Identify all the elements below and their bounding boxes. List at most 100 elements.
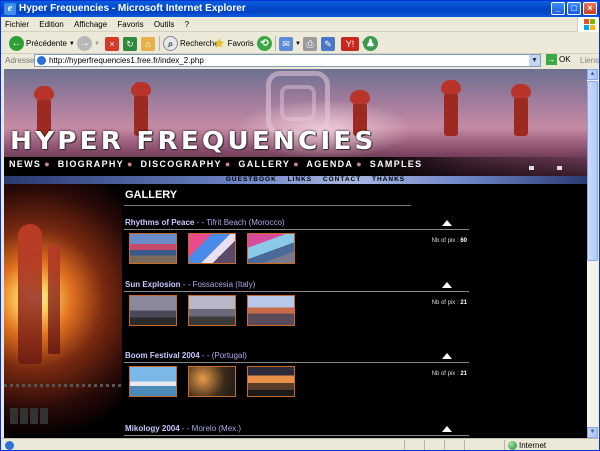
- page-content: HYPER FREQUENCIES NEWS ● BIOGRAPHY ● DISCO…: [4, 69, 587, 438]
- back-arrow-icon: ←: [9, 36, 24, 51]
- scroll-down-icon[interactable]: ▼: [587, 427, 598, 438]
- go-label: OK: [559, 55, 571, 64]
- go-button[interactable]: → OK: [546, 54, 571, 65]
- favorites-star-icon: ★: [213, 35, 226, 51]
- address-label: Adresse: [5, 56, 35, 65]
- history-icon: ⟲: [257, 36, 272, 51]
- vertical-scrollbar[interactable]: ▲ ▼: [587, 69, 598, 438]
- home-icon: ⌂: [141, 36, 155, 51]
- sunset-artwork: [4, 184, 122, 438]
- messenger-icon: ♟: [363, 36, 378, 51]
- forward-arrow-icon: →: [77, 36, 92, 51]
- print-button[interactable]: ⎙: [303, 35, 317, 52]
- gallery-title: GALLERY: [125, 189, 178, 201]
- scroll-up-icon[interactable]: ▲: [587, 69, 598, 80]
- photo-thumbnail[interactable]: [129, 366, 177, 397]
- menu-help[interactable]: ?: [181, 20, 193, 29]
- nav-discography[interactable]: DISCOGRAPHY: [141, 159, 222, 169]
- nav-news[interactable]: NEWS: [9, 159, 41, 169]
- site-title[interactable]: HYPER FREQUENCIES: [10, 126, 377, 155]
- scroll-top-icon[interactable]: [442, 220, 452, 226]
- favorites-button[interactable]: ★ Favoris: [213, 35, 254, 52]
- nav-biography[interactable]: BIOGRAPHY: [58, 159, 124, 169]
- photo-thumbnail[interactable]: [188, 295, 236, 326]
- photo-thumbnail[interactable]: [247, 295, 295, 326]
- scroll-thumb[interactable]: [587, 81, 598, 261]
- photo-count: Nb of pix : 21: [431, 300, 467, 306]
- entry-name[interactable]: Rhythms of Peace: [125, 218, 194, 227]
- photo-thumbnail[interactable]: [247, 233, 295, 264]
- back-button[interactable]: ← Précédente ▼: [9, 35, 75, 52]
- menu-affichage[interactable]: Affichage: [70, 20, 111, 29]
- yahoo-icon: Y!: [341, 36, 359, 51]
- address-input[interactable]: http://hyperfrequencies1.free.fr/index_2…: [34, 54, 541, 67]
- mail-dropdown-icon[interactable]: ▼: [295, 41, 301, 47]
- photo-thumbnail[interactable]: [188, 233, 236, 264]
- nav-samples[interactable]: SAMPLES: [370, 159, 423, 169]
- globe-icon: [508, 441, 517, 450]
- close-button[interactable]: ×: [583, 2, 597, 15]
- forward-dropdown-icon[interactable]: ▼: [94, 41, 100, 47]
- photo-count: Nb of pix : 21: [431, 371, 467, 377]
- address-url: http://hyperfrequencies1.free.fr/index_2…: [49, 56, 204, 65]
- menu-bar: Fichier Edition Affichage Favoris Outils…: [1, 17, 599, 32]
- nav-gallery[interactable]: GALLERY: [238, 159, 290, 169]
- scroll-top-icon[interactable]: [442, 426, 452, 432]
- entry-location: - - Morelo (Mex.): [179, 424, 242, 433]
- nav-guestbook[interactable]: GUESTBOOK: [222, 176, 281, 183]
- menu-favoris[interactable]: Favoris: [113, 20, 147, 29]
- back-label: Précédente: [26, 39, 67, 48]
- history-button[interactable]: ⟲: [257, 35, 272, 52]
- mail-icon: ✉: [279, 36, 293, 51]
- photo-thumbnail[interactable]: [129, 233, 177, 264]
- page-status-icon: [5, 441, 14, 450]
- refresh-button[interactable]: ↻: [123, 35, 137, 52]
- nav-thanks[interactable]: THANKS: [368, 176, 409, 183]
- back-dropdown-icon[interactable]: ▼: [69, 41, 75, 47]
- page-icon: [37, 56, 46, 65]
- search-icon: ⌕: [163, 36, 178, 51]
- edit-button[interactable]: ✎: [321, 35, 335, 52]
- ie-logo-icon: e: [4, 3, 16, 15]
- links-button[interactable]: Liens: [580, 56, 599, 65]
- entry-name[interactable]: Boom Festival 2004: [125, 351, 200, 360]
- entry-location: - - Fossacesia (Italy): [180, 280, 256, 289]
- messenger-button[interactable]: ♟: [363, 35, 378, 52]
- photo-thumbnail[interactable]: [188, 366, 236, 397]
- address-dropdown-icon[interactable]: ▼: [529, 55, 540, 66]
- nav-agenda[interactable]: AGENDA: [306, 159, 353, 169]
- main-nav: NEWS ● BIOGRAPHY ● DISCOGRAPHY ● GALLERY ● A…: [9, 159, 423, 169]
- nav-contact[interactable]: CONTACT: [319, 176, 365, 183]
- entry-location: - - (Portugal): [199, 351, 247, 360]
- print-icon: ⎙: [303, 36, 317, 51]
- toolbar: ← Précédente ▼ → ▼ × ↻ ⌂ ⌕ Rechercher ★ …: [1, 32, 599, 54]
- mail-button[interactable]: ✉ ▼: [279, 35, 301, 52]
- stop-button[interactable]: ×: [105, 35, 119, 52]
- stop-icon: ×: [105, 36, 119, 51]
- menu-fichier[interactable]: Fichier: [1, 20, 33, 29]
- photo-count: Nb of pix : 60: [431, 238, 467, 244]
- site-banner: HYPER FREQUENCIES NEWS ● BIOGRAPHY ● DISCO…: [4, 69, 587, 176]
- nav-links[interactable]: LINKS: [284, 176, 317, 183]
- forward-button[interactable]: → ▼: [77, 35, 100, 52]
- scroll-top-icon[interactable]: [442, 353, 452, 359]
- zone-label: Internet: [519, 441, 547, 450]
- menu-outils[interactable]: Outils: [150, 20, 178, 29]
- gallery-section: GALLERY Rhythms of Peace - - Tifrit Beac…: [124, 184, 469, 438]
- home-button[interactable]: ⌂: [141, 35, 155, 52]
- title-bar[interactable]: e Hyper Frequencies - Microsoft Internet…: [1, 1, 599, 17]
- maximize-button[interactable]: □: [567, 2, 581, 15]
- sub-nav: GUESTBOOK LINKS CONTACT THANKS: [4, 176, 587, 184]
- minimize-button[interactable]: _: [551, 2, 565, 15]
- entry-name[interactable]: Sun Explosion: [125, 280, 181, 289]
- status-bar: Internet: [1, 438, 599, 450]
- entry-name[interactable]: Mikology 2004: [125, 424, 180, 433]
- entry-location: - - Tifrit Beach (Morocco): [194, 218, 285, 227]
- browser-window: e Hyper Frequencies - Microsoft Internet…: [0, 0, 600, 451]
- scroll-top-icon[interactable]: [442, 282, 452, 288]
- photo-thumbnail[interactable]: [129, 295, 177, 326]
- refresh-icon: ↻: [123, 36, 137, 51]
- photo-thumbnail[interactable]: [247, 366, 295, 397]
- favorites-label: Favoris: [227, 39, 254, 48]
- menu-edition[interactable]: Edition: [35, 20, 67, 29]
